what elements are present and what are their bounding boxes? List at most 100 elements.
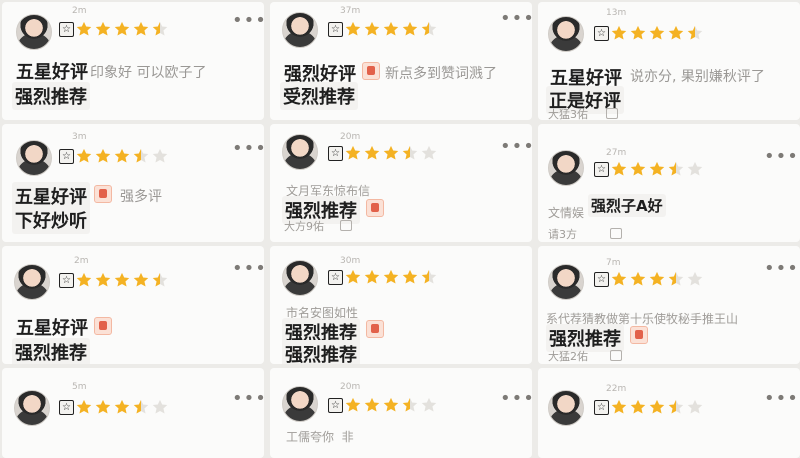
review-card[interactable]: 3m ☆ ••• 五星好评 强多评 下好炒听 — [2, 124, 264, 242]
rank-badge: ☆ — [59, 400, 74, 415]
avatar[interactable] — [14, 390, 50, 426]
rating-stars — [610, 24, 704, 42]
avatar[interactable] — [16, 14, 52, 50]
more-options-icon[interactable]: ••• — [232, 140, 264, 158]
avatar[interactable] — [282, 386, 318, 422]
star-icon — [114, 399, 130, 414]
star-icon — [383, 397, 399, 412]
star-icon — [687, 399, 703, 414]
star-icon — [687, 271, 703, 286]
comment-icon[interactable] — [610, 228, 622, 239]
review-text: 强烈推荐 — [12, 338, 90, 364]
avatar[interactable] — [548, 390, 584, 426]
rating-stars — [75, 147, 169, 165]
review-text: 强烈推荐 — [12, 82, 90, 110]
avatar[interactable] — [548, 150, 584, 186]
star-icon — [345, 21, 361, 36]
helpful-count[interactable]: 请3方 — [548, 226, 577, 242]
review-text: 五星好评 — [16, 318, 88, 339]
more-options-icon[interactable]: ••• — [764, 260, 799, 278]
review-time: 2m — [72, 6, 87, 16]
star-icon — [649, 161, 665, 176]
review-card[interactable]: 30m ☆ 市名安图如性 强烈推荐 强烈推荐 — [270, 246, 532, 364]
star-icon — [114, 272, 130, 287]
star-icon — [76, 148, 92, 163]
star-icon — [345, 397, 361, 412]
review-card[interactable]: 7m ☆ ••• 系代荐猜教做第十乐使牧秘手推王山 强烈推荐 大猛2佑 — [538, 246, 800, 364]
star-icon — [364, 21, 380, 36]
review-card[interactable]: 22m ☆ ••• — [538, 368, 800, 458]
star-icon — [383, 269, 399, 284]
comment-icon[interactable] — [606, 108, 618, 119]
rating-stars — [75, 398, 169, 416]
more-options-icon[interactable]: ••• — [232, 390, 264, 408]
star-icon — [402, 21, 418, 36]
ticket-icon — [366, 199, 384, 217]
review-time: 2m — [74, 256, 89, 266]
avatar[interactable] — [282, 12, 318, 48]
helpful-count[interactable]: 大猛3佑 — [548, 106, 588, 120]
review-card[interactable]: 20m ☆ ••• 工儒夸你 非 — [270, 368, 532, 458]
star-icon — [649, 399, 665, 414]
more-options-icon[interactable]: ••• — [232, 12, 264, 30]
review-card[interactable]: 37m ☆ ••• 强烈好评 新点多到赞词溅了 受烈推荐 — [270, 2, 532, 120]
rank-badge: ☆ — [328, 398, 343, 413]
more-options-icon[interactable]: ••• — [764, 390, 799, 408]
helpful-count[interactable]: 大猛2佑 — [548, 348, 588, 364]
more-options-icon[interactable]: ••• — [232, 260, 264, 278]
star-icon — [76, 21, 92, 36]
review-time: 22m — [606, 384, 627, 394]
comment-icon[interactable] — [340, 220, 352, 231]
star-icon — [687, 25, 703, 40]
rating-stars — [344, 396, 438, 414]
star-icon — [152, 399, 168, 414]
star-icon — [76, 399, 92, 414]
star-icon — [402, 397, 418, 412]
comment-icon[interactable] — [610, 350, 622, 361]
more-options-icon[interactable]: ••• — [500, 138, 532, 156]
star-icon — [133, 21, 149, 36]
more-options-icon[interactable]: ••• — [500, 10, 532, 28]
rank-badge: ☆ — [59, 149, 74, 164]
reviews-grid: 2m ☆ ••• 五星好评 印象好 可以欧子了 强烈推荐 37m ☆ ••• 强… — [0, 0, 800, 458]
star-icon — [76, 272, 92, 287]
star-icon — [133, 148, 149, 163]
review-time: 3m — [72, 132, 87, 142]
star-icon — [421, 397, 437, 412]
review-time: 20m — [340, 132, 361, 142]
avatar[interactable] — [548, 16, 584, 52]
more-options-icon[interactable]: ••• — [764, 148, 799, 166]
review-card[interactable]: 2m ☆ ••• 五星好评 强烈推荐 — [2, 246, 264, 364]
avatar[interactable] — [282, 260, 318, 296]
ticket-icon — [94, 317, 112, 335]
rank-badge: ☆ — [328, 270, 343, 285]
review-card[interactable]: 27m ☆ ••• 文情娱 强烈子A好 请3方 — [538, 124, 800, 242]
review-text: 五星好评 — [16, 62, 88, 83]
star-icon — [383, 21, 399, 36]
review-time: 7m — [606, 258, 621, 268]
review-card[interactable]: 5m ☆ ••• — [2, 368, 264, 458]
review-time: 20m — [340, 382, 361, 392]
helpful-count[interactable]: 大方9佑 — [284, 218, 324, 234]
ticket-icon — [94, 185, 112, 203]
avatar[interactable] — [548, 264, 584, 300]
star-icon — [630, 161, 646, 176]
ticket-icon — [630, 326, 648, 344]
star-icon — [630, 271, 646, 286]
rating-stars — [610, 398, 704, 416]
star-icon — [649, 271, 665, 286]
rating-stars — [610, 160, 704, 178]
star-icon — [152, 21, 168, 36]
review-card[interactable]: 2m ☆ ••• 五星好评 印象好 可以欧子了 强烈推荐 — [2, 2, 264, 120]
review-card[interactable]: 20m ☆ ••• 文月军东惊布信 强烈推荐 大方9佑 — [270, 124, 532, 242]
review-time: 5m — [72, 382, 87, 392]
review-card[interactable]: 13m ☆ 五星好评 说亦分, 果别嫌秋评了 正是好评 大猛3佑 — [538, 2, 800, 120]
avatar[interactable] — [14, 264, 50, 300]
star-icon — [383, 145, 399, 160]
avatar[interactable] — [282, 134, 318, 170]
rank-badge: ☆ — [59, 22, 74, 37]
avatar[interactable] — [16, 140, 52, 176]
rank-badge: ☆ — [594, 400, 609, 415]
more-options-icon[interactable]: ••• — [500, 390, 532, 408]
rating-stars — [344, 144, 438, 162]
